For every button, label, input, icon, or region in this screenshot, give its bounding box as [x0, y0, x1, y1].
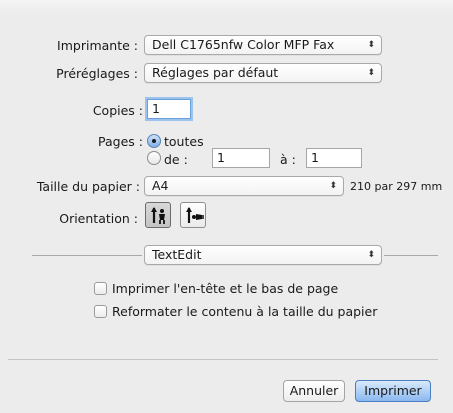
paper-size-popup[interactable]: A4 ⬍ [144, 176, 344, 196]
pages-to-label: à : [280, 152, 296, 167]
print-header-footer-label: Imprimer l'en-tête et le bas de page [112, 281, 339, 296]
popup-arrows-icon: ⬍ [329, 181, 337, 191]
print-header-footer-checkbox[interactable] [94, 282, 107, 295]
app-section-value: TextEdit [152, 247, 202, 262]
landscape-orientation-button[interactable] [180, 202, 206, 228]
pages-all-radio[interactable] [147, 134, 161, 148]
rewrap-contents-checkbox[interactable] [94, 305, 107, 318]
paper-size-value: A4 [152, 178, 169, 193]
printer-popup[interactable]: Dell C1765nfw Color MFP Fax ⬍ [144, 35, 382, 55]
pages-all-label: toutes [164, 134, 204, 149]
copies-field[interactable]: 1 [147, 99, 191, 119]
presets-value: Réglages par défaut [152, 65, 279, 80]
pages-range-radio[interactable] [147, 151, 161, 165]
pages-to-field[interactable]: 1 [306, 148, 362, 168]
paper-size-label: Taille du papier : [36, 179, 140, 194]
section-divider-right [384, 255, 438, 256]
presets-popup[interactable]: Réglages par défaut ⬍ [144, 63, 382, 83]
popup-arrows-icon: ⬍ [367, 250, 375, 260]
copies-label: Copies : [92, 103, 143, 118]
popup-arrows-icon: ⬍ [367, 40, 375, 50]
pages-from-label: de : [164, 152, 188, 167]
landscape-orientation-icon [186, 207, 204, 223]
print-button[interactable]: Imprimer [355, 380, 431, 402]
section-divider-left [32, 255, 142, 256]
pages-from-field[interactable]: 1 [212, 148, 270, 168]
bottom-divider [8, 359, 438, 360]
printer-label: Imprimante : [57, 38, 138, 53]
orientation-label: Orientation : [59, 211, 138, 226]
cancel-button[interactable]: Annuler [283, 380, 345, 402]
presets-label: Préréglages : [56, 66, 138, 81]
pages-label: Pages : [98, 134, 143, 149]
rewrap-contents-label: Reformater le contenu à la taille du pap… [112, 304, 378, 319]
portrait-orientation-button[interactable] [145, 202, 171, 228]
app-section-popup[interactable]: TextEdit ⬍ [144, 245, 382, 265]
paper-dimensions: 210 par 297 mm [350, 180, 443, 193]
dialog-top-band [0, 0, 453, 14]
printer-value: Dell C1765nfw Color MFP Fax [152, 37, 335, 52]
popup-arrows-icon: ⬍ [367, 68, 375, 78]
portrait-orientation-icon [151, 207, 165, 224]
